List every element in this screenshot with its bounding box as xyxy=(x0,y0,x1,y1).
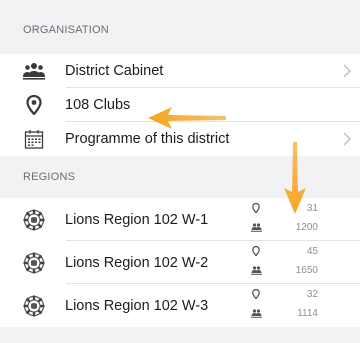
list-item-programme[interactable]: Programme of this district xyxy=(0,122,360,156)
regions-group: Lions Region 102 W-1 31 1200 Lions Regio… xyxy=(0,198,360,327)
members-count: 1200 xyxy=(295,221,318,233)
clubs-count: 45 xyxy=(306,245,318,257)
screen: ORGANISATION District Cabinet 108 Clubs … xyxy=(0,0,360,343)
location-pin-icon xyxy=(250,245,262,257)
regions-header: REGIONS xyxy=(0,156,360,198)
members-count: 1650 xyxy=(295,264,318,276)
list-item-region-w3[interactable]: Lions Region 102 W-3 32 1114 xyxy=(0,284,360,327)
clubs-count: 32 xyxy=(306,288,318,300)
chevron-right-icon xyxy=(343,64,352,78)
list-item-label: Lions Region 102 W-3 xyxy=(65,297,209,314)
list-item-label: Programme of this district xyxy=(65,131,230,147)
lions-logo-icon xyxy=(23,295,45,317)
members-count: 1114 xyxy=(297,307,318,319)
list-item-label: Lions Region 102 W-2 xyxy=(65,254,209,271)
list-item-region-w1[interactable]: Lions Region 102 W-1 31 1200 xyxy=(0,198,360,241)
region-stats: 32 1114 xyxy=(250,284,320,327)
list-item-clubs[interactable]: 108 Clubs xyxy=(0,88,360,122)
organisation-group: District Cabinet 108 Clubs Programme of … xyxy=(0,54,360,156)
lions-logo-icon xyxy=(23,209,45,231)
location-pin-icon xyxy=(250,288,262,300)
organisation-header-label: ORGANISATION xyxy=(23,24,109,36)
organisation-header: ORGANISATION xyxy=(0,0,360,54)
list-item-label: 108 Clubs xyxy=(65,97,131,113)
list-item-label: District Cabinet xyxy=(65,63,164,79)
location-pin-icon xyxy=(23,94,45,116)
calendar-icon xyxy=(23,128,45,150)
region-stats: 45 1650 xyxy=(250,241,320,284)
lions-logo-icon xyxy=(23,252,45,274)
list-item-label: Lions Region 102 W-1 xyxy=(65,211,209,228)
people-icon xyxy=(250,264,262,276)
people-icon xyxy=(250,307,262,319)
people-icon xyxy=(23,60,45,82)
location-pin-icon xyxy=(250,202,262,214)
clubs-count: 31 xyxy=(306,202,318,214)
chevron-right-icon xyxy=(343,132,352,146)
list-item-district-cabinet[interactable]: District Cabinet xyxy=(0,54,360,88)
list-item-region-w2[interactable]: Lions Region 102 W-2 45 1650 xyxy=(0,241,360,284)
people-icon xyxy=(250,221,262,233)
region-stats: 31 1200 xyxy=(250,198,320,241)
regions-header-label: REGIONS xyxy=(23,171,76,183)
